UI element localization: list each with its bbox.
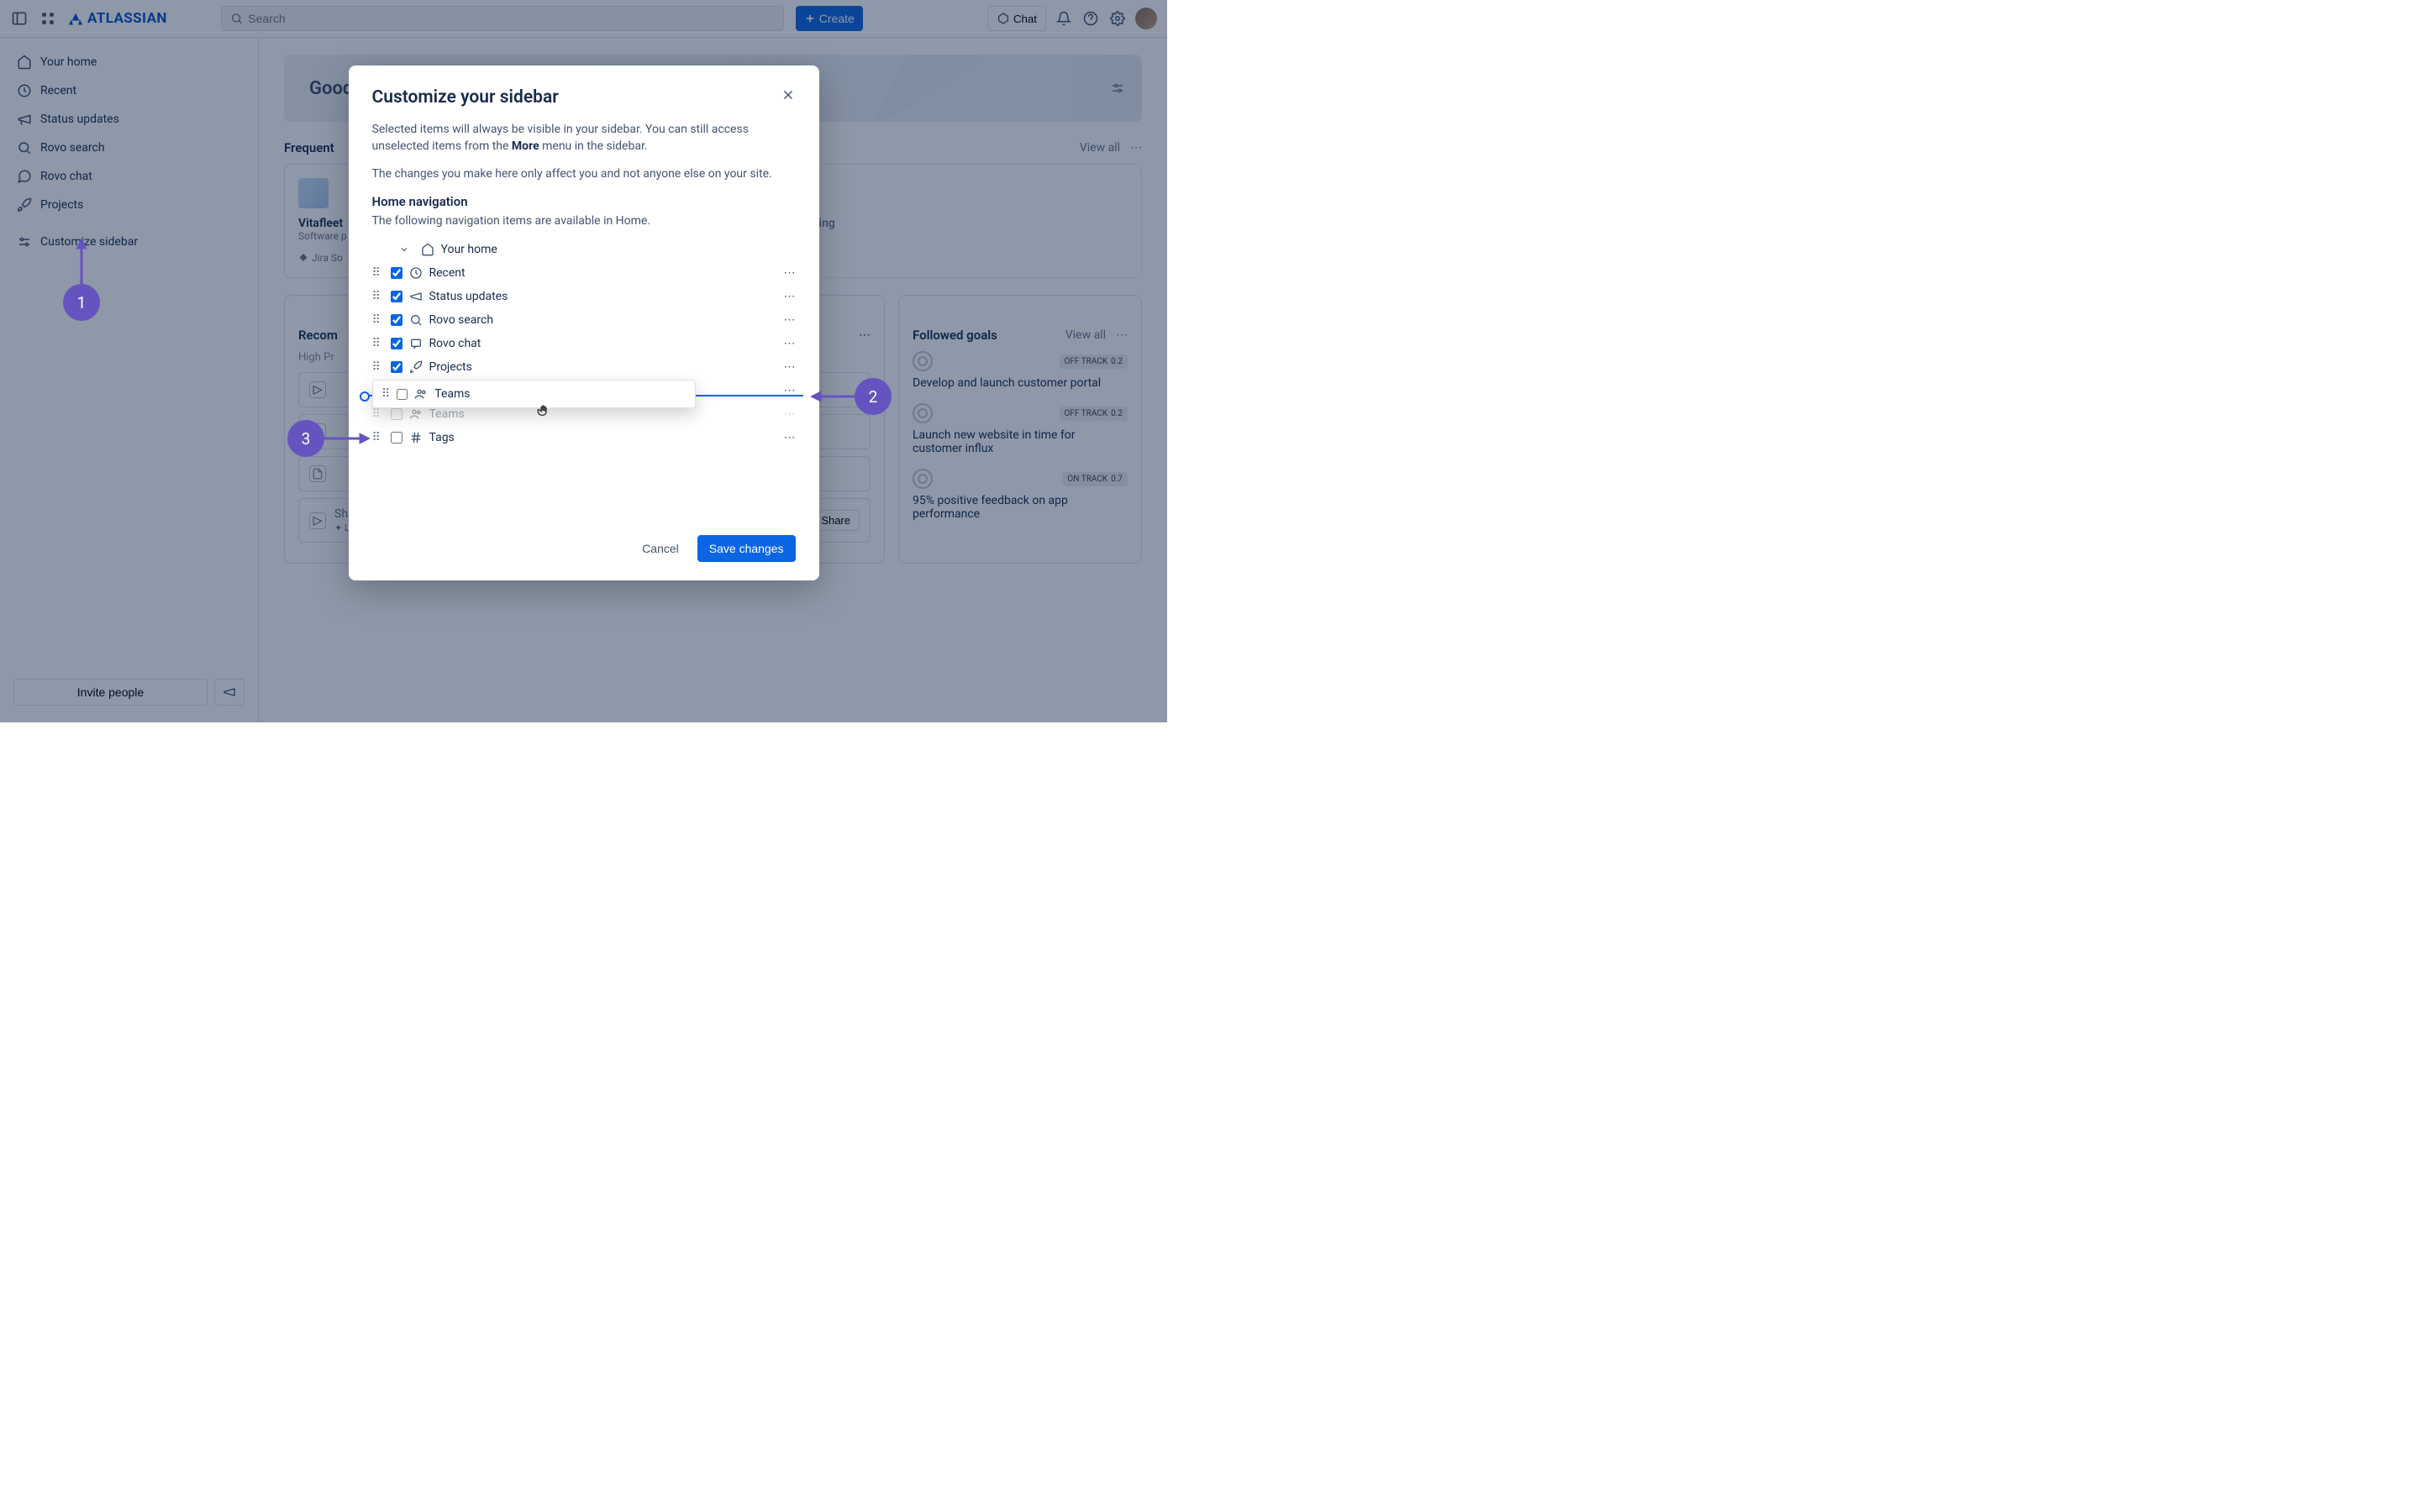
home-icon [421,243,434,256]
nav-row-rovo-chat[interactable]: ⠿ Rovo chat ⋯ [372,332,796,355]
hash-icon [409,431,423,444]
drag-handle-icon[interactable]: ⠿ [372,290,384,303]
row-more-icon[interactable]: ⋯ [784,431,796,444]
drag-handle-icon: ⠿ [381,387,390,401]
cancel-button[interactable]: Cancel [632,535,689,562]
nav-row-recent[interactable]: ⠿ Recent ⋯ [372,261,796,285]
nav-row-home: Your home [372,238,796,261]
row-label: Rovo chat [429,337,481,350]
modal-section-heading: Home navigation [372,194,796,209]
row-label: Projects [429,360,472,374]
drag-handle-icon[interactable]: ⠿ [372,313,384,327]
nav-row-tags[interactable]: ⠿ Tags ⋯ [372,426,796,449]
modal-backdrop[interactable]: Customize your sidebar Selected items wi… [0,0,1167,722]
modal-description-2: The changes you make here only affect yo… [372,165,796,182]
arrow-right-icon [323,420,370,457]
dragging-row-teams[interactable]: ⠿ Teams [372,380,696,408]
drag-handle-icon[interactable]: ⠿ [372,431,384,444]
people-icon [409,407,423,421]
row-more-icon[interactable]: ⋯ [784,266,796,280]
customize-sidebar-modal: Customize your sidebar Selected items wi… [349,66,819,580]
clock-icon [409,266,423,280]
row-more-icon[interactable]: ⋯ [784,290,796,303]
grab-cursor-icon [536,403,551,418]
row-label: Status updates [429,290,508,303]
row-more-icon[interactable]: ⋯ [784,337,796,350]
row-label: Teams [429,407,465,421]
people-icon [414,387,428,401]
row-label: Recent [429,266,466,280]
row-checkbox [391,408,402,420]
row-checkbox[interactable] [391,338,402,349]
row-checkbox[interactable] [391,267,402,279]
row-more-icon[interactable]: ⋯ [784,313,796,327]
modal-title: Customize your sidebar [372,87,796,108]
close-icon[interactable] [781,87,796,102]
save-changes-button[interactable]: Save changes [697,535,796,562]
modal-description: Selected items will always be visible in… [372,121,796,155]
nav-reorder-list: Your home ⠿ Recent ⋯ ⠿ Status updates ⋯ … [372,238,796,515]
arrow-up-icon [63,239,100,289]
row-label: Rovo search [429,313,494,327]
row-checkbox [397,389,408,400]
nav-row-rovo-search[interactable]: ⠿ Rovo search ⋯ [372,308,796,332]
annotation-number: 3 [302,429,311,449]
megaphone-icon [409,290,423,303]
row-checkbox[interactable] [391,314,402,326]
annotation-2: 2 [855,378,892,415]
row-more-icon[interactable]: ⋯ [784,360,796,374]
save-label: Save changes [709,542,784,555]
row-label: Tags [429,431,455,444]
annotation-1: 1 [63,284,100,321]
row-label: Teams [434,387,470,401]
annotation-number: 2 [869,387,878,407]
row-checkbox[interactable] [391,291,402,302]
drag-handle-icon: ⠿ [372,407,384,421]
chevron-down-icon [399,244,411,255]
annotation-3: 3 [287,420,324,457]
drag-handle-icon[interactable]: ⠿ [372,337,384,350]
row-more-icon: ⋯ [784,407,796,421]
nav-row-projects[interactable]: ⠿ Projects ⋯ [372,355,796,379]
nav-row-status[interactable]: ⠿ Status updates ⋯ [372,285,796,308]
rocket-icon [409,360,423,374]
arrow-left-icon [811,378,858,415]
cancel-label: Cancel [642,542,679,555]
modal-footer: Cancel Save changes [372,535,796,562]
row-checkbox[interactable] [391,432,402,444]
drag-handle-icon[interactable]: ⠿ [372,266,384,280]
drag-handle-icon[interactable]: ⠿ [372,360,384,374]
row-label: Your home [441,243,497,256]
annotation-number: 1 [77,293,87,312]
search-icon [409,313,423,327]
row-checkbox[interactable] [391,361,402,373]
chat-icon [409,337,423,350]
modal-section-sub: The following navigation items are avail… [372,213,796,229]
